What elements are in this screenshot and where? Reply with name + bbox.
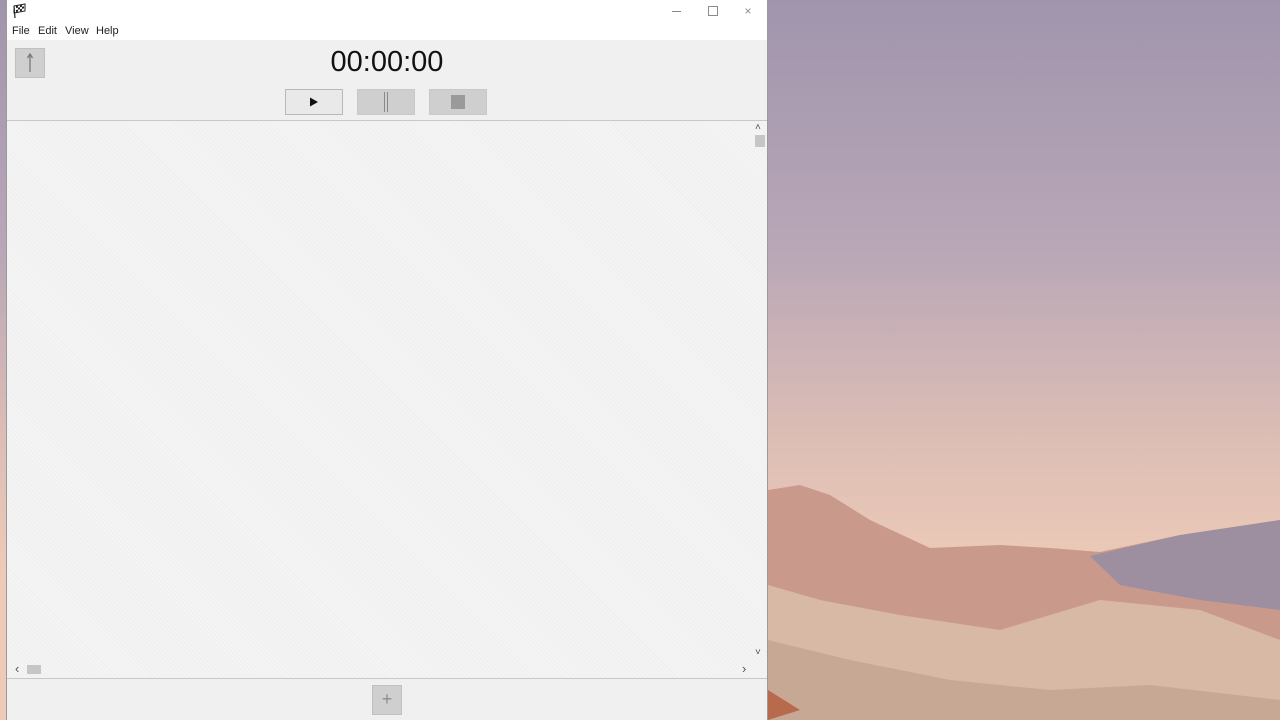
close-icon: × <box>744 4 752 18</box>
app-flag-icon <box>13 3 26 19</box>
pause-icon <box>384 92 388 112</box>
menu-view[interactable]: View <box>65 25 89 37</box>
horizontal-scroll-thumb[interactable] <box>27 665 41 674</box>
scroll-down-icon[interactable]: ˅ <box>755 648 761 658</box>
vertical-scrollbar[interactable]: ˄ ˅ <box>753 121 767 661</box>
bottom-bar: + <box>7 678 767 720</box>
vertical-scroll-thumb[interactable] <box>755 135 765 147</box>
play-button[interactable] <box>285 89 343 115</box>
horizontal-scrollbar[interactable]: ‹ › <box>7 661 753 678</box>
timer-display: 00:00:00 <box>330 46 444 78</box>
maximize-icon <box>708 6 718 16</box>
minimize-icon <box>672 11 681 12</box>
menu-help[interactable]: Help <box>96 25 119 37</box>
minimize-button[interactable] <box>658 0 694 22</box>
close-button[interactable]: × <box>730 0 766 22</box>
menu-edit[interactable]: Edit <box>38 25 57 37</box>
stop-button[interactable] <box>429 89 487 115</box>
stop-icon <box>451 95 465 109</box>
up-arrow-icon <box>26 52 34 72</box>
maximize-button[interactable] <box>694 0 730 22</box>
menu-bar: File Edit View Help <box>7 22 767 40</box>
play-icon <box>310 97 318 107</box>
pause-button[interactable] <box>357 89 415 115</box>
desktop: × File Edit View Help 00:00:00 ˄ ˅ ‹ › + <box>0 0 1280 720</box>
menu-file[interactable]: File <box>12 25 30 37</box>
timer-panel: 00:00:00 <box>7 40 767 121</box>
laps-list[interactable]: ˄ ˅ ‹ › <box>7 121 767 678</box>
scroll-left-icon[interactable]: ‹ <box>15 662 19 675</box>
sort-button[interactable] <box>15 48 45 78</box>
app-window: × File Edit View Help 00:00:00 ˄ ˅ ‹ › + <box>7 0 767 720</box>
add-button[interactable]: + <box>372 685 402 715</box>
scroll-right-icon[interactable]: › <box>742 662 746 675</box>
scroll-up-icon[interactable]: ˄ <box>755 123 761 133</box>
title-bar: × <box>7 0 767 22</box>
